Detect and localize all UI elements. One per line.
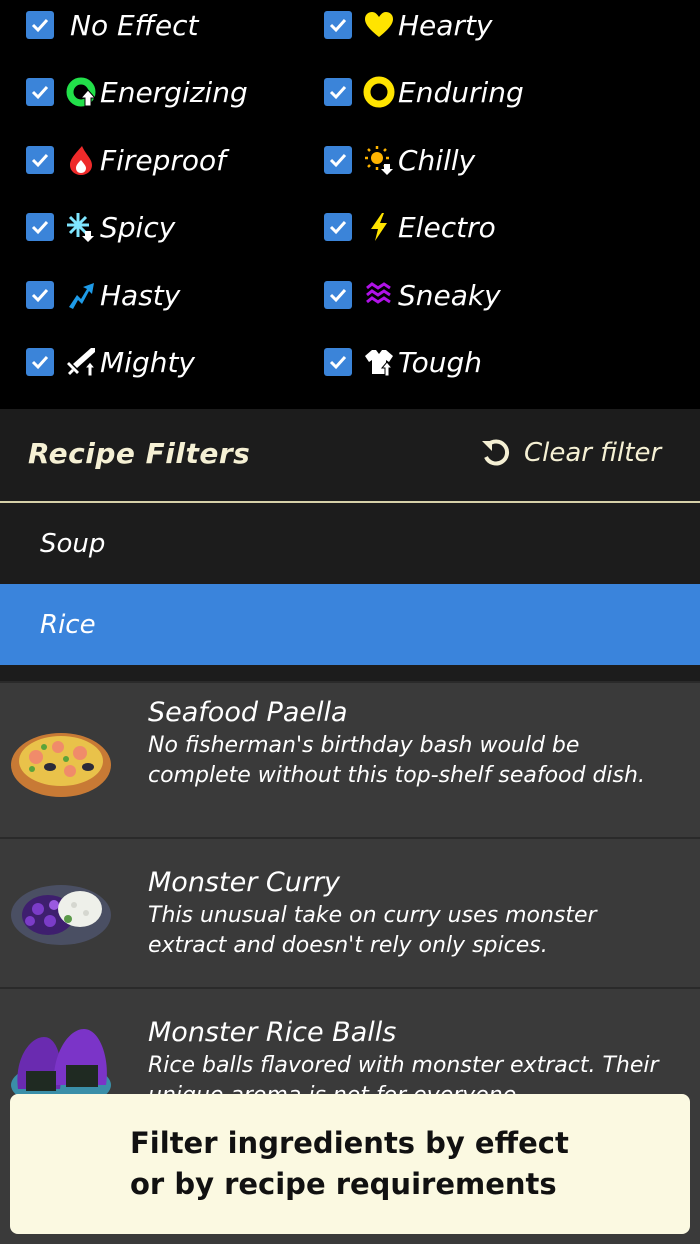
stealth-waves-icon — [362, 278, 396, 312]
effect-enduring[interactable]: Enduring — [324, 67, 524, 117]
effect-hasty[interactable]: Hasty — [26, 270, 180, 320]
effect-electro[interactable]: Electro — [324, 202, 496, 252]
checkbox-checked[interactable] — [324, 146, 352, 174]
effect-label: Sneaky — [398, 278, 501, 312]
recipe-name: Monster Rice Balls — [148, 1017, 397, 1048]
clear-filter-label: Clear filter — [524, 438, 662, 468]
effect-label: Enduring — [398, 75, 524, 109]
effect-label: Electro — [398, 210, 496, 244]
sun-down-icon — [362, 143, 396, 177]
flame-icon — [64, 143, 98, 177]
checkbox-checked[interactable] — [26, 146, 54, 174]
effect-label: Mighty — [100, 345, 196, 379]
recipe-row[interactable]: Seafood Paella No fisherman's birthday b… — [0, 681, 700, 837]
snowflake-down-icon — [64, 210, 98, 244]
recipe-description: No fisherman's birthday bash would be co… — [148, 733, 645, 788]
effect-energizing[interactable]: Energizing — [26, 67, 248, 117]
recipe-description: This unusual take on curry uses monster … — [148, 903, 597, 958]
effect-filter-grid: No Effect Hearty Energizing Enduring Fir… — [0, 0, 700, 409]
monster-curry-image — [11, 885, 111, 945]
checkbox-checked[interactable] — [324, 11, 352, 39]
effect-sneaky[interactable]: Sneaky — [324, 270, 501, 320]
effect-label: No Effect — [70, 8, 199, 42]
checkbox-checked[interactable] — [324, 78, 352, 106]
effect-row: No Effect Hearty — [0, 0, 700, 67]
effect-spicy[interactable]: Spicy — [26, 202, 175, 252]
effect-label: Hearty — [398, 8, 493, 42]
divider — [0, 665, 700, 681]
effect-no-effect[interactable]: No Effect — [26, 0, 198, 50]
effect-label: Tough — [398, 345, 483, 379]
reset-icon — [482, 439, 510, 466]
effect-hearty[interactable]: Hearty — [324, 0, 493, 50]
recipe-filters-header: Recipe Filters Clear filter — [0, 409, 700, 502]
recipe-row[interactable]: Monster Curry This unusual take on curry… — [0, 837, 700, 987]
caption-banner: Filter ingredients by effect or by recip… — [10, 1094, 690, 1234]
lightning-icon — [362, 210, 396, 244]
caption-line-1: Filter ingredients by effect — [130, 1126, 569, 1160]
category-soup[interactable]: Soup — [0, 503, 700, 584]
stamina-wheel-icon — [64, 75, 98, 109]
effect-row: Hasty Sneaky — [0, 270, 700, 337]
checkbox-checked[interactable] — [324, 348, 352, 376]
checkbox-checked[interactable] — [26, 213, 54, 241]
checkbox-checked[interactable] — [26, 281, 54, 309]
effect-label: Energizing — [100, 75, 248, 109]
checkbox-checked[interactable] — [324, 281, 352, 309]
caption-text: Filter ingredients by effect or by recip… — [70, 1123, 630, 1205]
effect-label: Spicy — [100, 210, 176, 244]
effect-fireproof[interactable]: Fireproof — [26, 135, 226, 185]
checkbox-checked[interactable] — [26, 348, 54, 376]
effect-label: Fireproof — [100, 143, 227, 177]
seafood-paella-image — [11, 733, 111, 797]
effect-label: Chilly — [398, 143, 476, 177]
effect-tough[interactable]: Tough — [324, 337, 482, 387]
heart-icon — [362, 8, 396, 42]
recipe-filters-title: Recipe Filters — [28, 437, 251, 470]
checkbox-checked[interactable] — [26, 78, 54, 106]
stamina-ring-icon — [362, 75, 396, 109]
clear-filter-button[interactable]: Clear filter — [478, 435, 661, 471]
effect-label: Hasty — [100, 278, 181, 312]
recipe-name: Seafood Paella — [148, 697, 348, 728]
armor-up-icon — [362, 345, 396, 379]
effect-mighty[interactable]: Mighty — [26, 337, 195, 387]
effect-chilly[interactable]: Chilly — [324, 135, 475, 185]
effect-row: Energizing Enduring — [0, 67, 700, 134]
recipe-name: Monster Curry — [148, 867, 341, 898]
effect-row: Fireproof Chilly — [0, 135, 700, 202]
sword-up-icon — [64, 345, 98, 379]
caption-line-2: or by recipe requirements — [130, 1167, 557, 1201]
category-rice-selected[interactable]: Rice — [0, 584, 700, 665]
effect-row: Mighty Tough — [0, 337, 700, 404]
checkbox-checked[interactable] — [324, 213, 352, 241]
checkbox-checked[interactable] — [26, 11, 54, 39]
speed-arrow-icon — [64, 278, 98, 312]
effect-row: Spicy Electro — [0, 202, 700, 269]
